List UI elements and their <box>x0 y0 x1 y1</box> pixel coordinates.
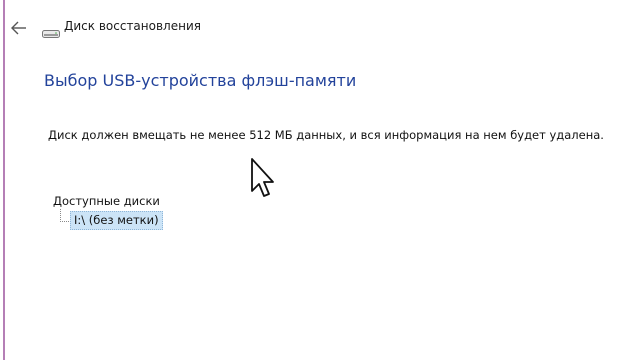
recovery-drive-window: Диск восстановления Выбор USB-устройства… <box>0 0 640 360</box>
titlebar: Диск восстановления <box>0 0 640 56</box>
available-drives-label: Доступные диски <box>53 194 160 208</box>
drive-icon <box>42 24 60 38</box>
window-title: Диск восстановления <box>64 19 201 33</box>
drive-list-item[interactable]: I:\ (без метки) <box>70 211 163 230</box>
page-description: Диск должен вмещать не менее 512 МБ данн… <box>48 128 604 142</box>
back-button[interactable] <box>10 19 28 37</box>
mouse-pointer-icon <box>250 157 276 199</box>
page-title: Выбор USB-устройства флэш-памяти <box>44 71 357 90</box>
back-arrow-icon <box>11 21 26 35</box>
